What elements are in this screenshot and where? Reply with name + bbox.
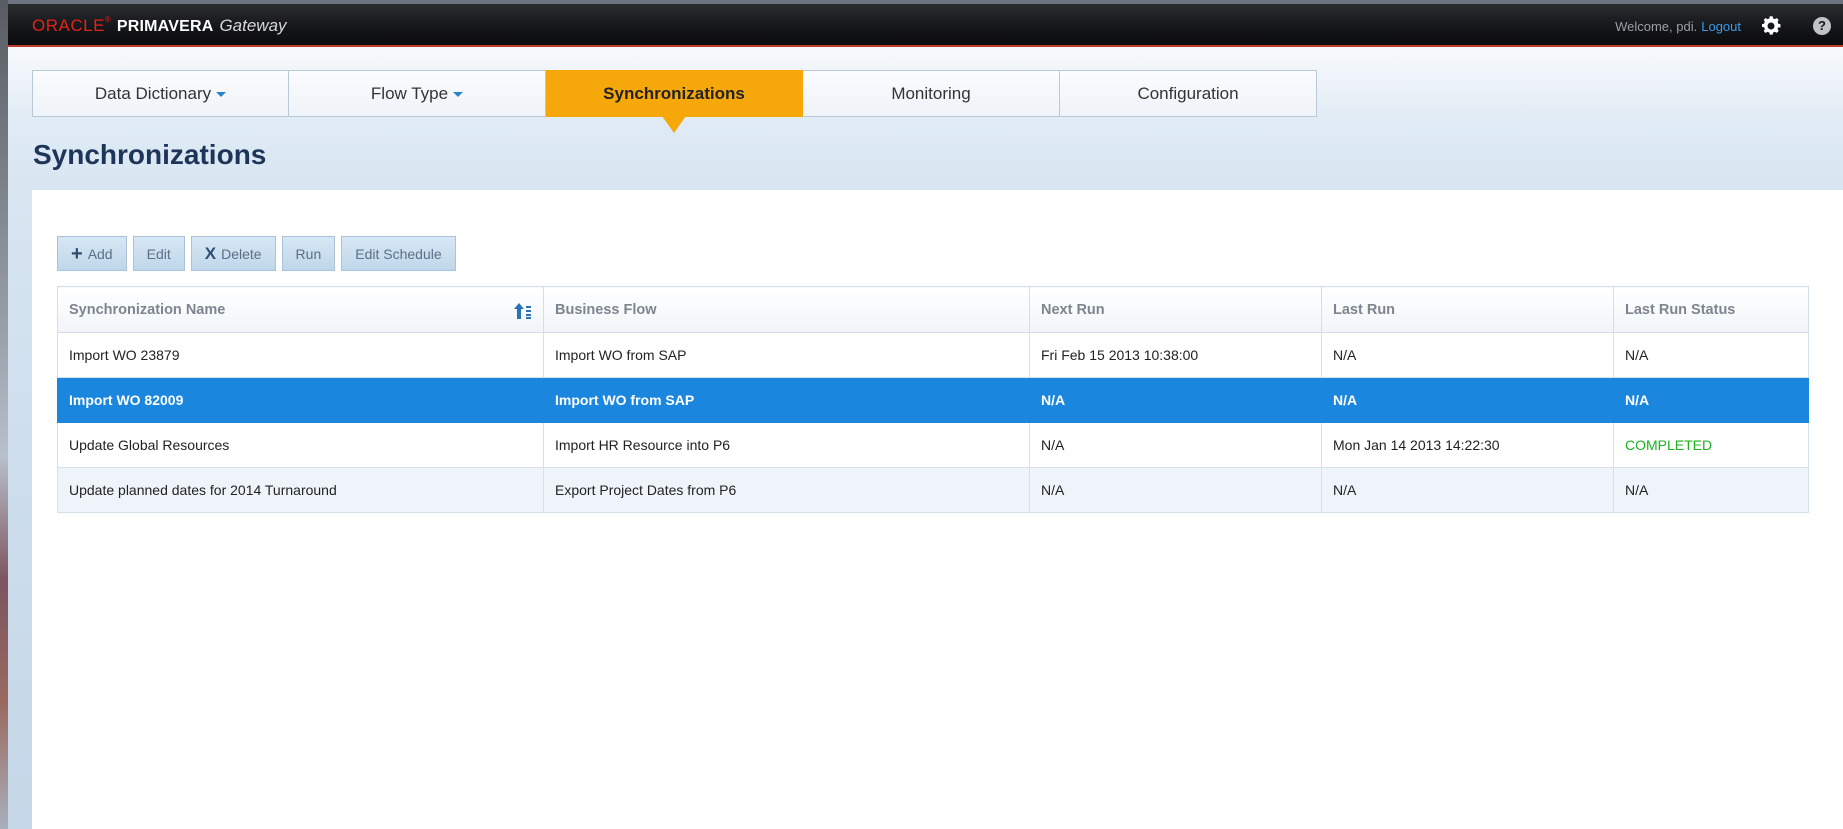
cell-business-flow: Import HR Resource into P6: [543, 422, 1030, 468]
tab-label: Synchronizations: [603, 83, 745, 103]
column-header-last-run-status[interactable]: Last Run Status: [1613, 286, 1809, 333]
column-header-next-run[interactable]: Next Run: [1029, 286, 1322, 333]
cell-sync-name: Import WO 23879: [57, 332, 544, 378]
tab-monitoring[interactable]: Monitoring: [803, 70, 1060, 117]
cell-status: N/A: [1613, 332, 1809, 378]
cell-business-flow: Import WO from SAP: [543, 377, 1030, 423]
delete-button-label: Delete: [221, 245, 262, 262]
tab-synchronizations[interactable]: Synchronizations: [546, 70, 803, 133]
add-button[interactable]: + Add: [57, 236, 127, 271]
sort-ascending-icon[interactable]: [513, 301, 533, 321]
help-icon[interactable]: ?: [1813, 17, 1831, 35]
app-window: ORACLE® PRIMAVERA Gateway Welcome, pdi. Lo…: [8, 4, 1843, 829]
welcome-text: Welcome, pdi.: [1615, 18, 1698, 34]
synchronizations-table: Synchronization Name Business Flow Next …: [57, 286, 1809, 513]
tab-label: Flow Type: [370, 83, 449, 103]
chevron-down-icon: [453, 92, 464, 97]
cell-next-run: Fri Feb 15 2013 10:38:00: [1029, 332, 1322, 378]
plus-icon: +: [71, 242, 83, 265]
cell-next-run: N/A: [1029, 377, 1322, 423]
gear-icon[interactable]: [1759, 14, 1783, 38]
add-button-label: Add: [87, 245, 113, 262]
table-row-selected[interactable]: Import WO 82009 Import WO from SAP N/A N…: [57, 377, 1809, 423]
product-name: PRIMAVERA: [116, 18, 214, 35]
column-header-label: Synchronization Name: [69, 301, 226, 318]
run-button[interactable]: Run: [281, 236, 336, 271]
toolbar: + Add Edit X Delete Run Edit Schedule: [57, 236, 456, 271]
oracle-logo-text: ORACLE: [32, 16, 105, 35]
delete-button[interactable]: X Delete: [190, 236, 276, 271]
app-header: ORACLE® PRIMAVERA Gateway Welcome, pdi. Lo…: [8, 4, 1843, 47]
cell-sync-name: Update Global Resources: [57, 422, 544, 468]
close-icon: X: [204, 243, 217, 263]
tab-label: Configuration: [1137, 83, 1239, 103]
tab-configuration[interactable]: Configuration: [1060, 70, 1317, 117]
edit-button[interactable]: Edit: [132, 236, 185, 271]
content-panel: + Add Edit X Delete Run Edit Schedule Sy…: [32, 190, 1843, 829]
tab-flow-type[interactable]: Flow Type: [289, 70, 546, 117]
cell-next-run: N/A: [1029, 422, 1322, 468]
run-button-label: Run: [295, 245, 322, 262]
cell-last-run: N/A: [1321, 377, 1614, 423]
cell-status: N/A: [1613, 377, 1809, 423]
cell-last-run: N/A: [1321, 467, 1614, 513]
cell-status: N/A: [1613, 467, 1809, 513]
cell-sync-name: Update planned dates for 2014 Turnaround: [57, 467, 544, 513]
tab-label: Monitoring: [891, 83, 971, 103]
user-area: Welcome, pdi. Logout ?: [1615, 16, 1843, 36]
chevron-down-icon: [216, 92, 227, 97]
page-title: Synchronizations: [33, 139, 267, 170]
tab-data-dictionary[interactable]: Data Dictionary: [32, 70, 289, 117]
edit-button-label: Edit: [146, 245, 171, 262]
table-row[interactable]: Import WO 23879 Import WO from SAP Fri F…: [57, 332, 1809, 378]
module-name: Gateway: [219, 16, 287, 35]
cell-sync-name: Import WO 82009: [57, 377, 544, 423]
window-edge: [0, 0, 8, 829]
cell-business-flow: Export Project Dates from P6: [543, 467, 1030, 513]
tab-label: Data Dictionary: [94, 83, 212, 103]
main-nav: Data Dictionary Flow Type Synchronizatio…: [32, 70, 1317, 133]
table-header-row: Synchronization Name Business Flow Next …: [57, 286, 1809, 333]
edit-schedule-button[interactable]: Edit Schedule: [341, 236, 456, 271]
brand-logo: ORACLE® PRIMAVERA Gateway: [32, 15, 287, 36]
logout-link[interactable]: Logout: [1701, 19, 1741, 34]
cell-next-run: N/A: [1029, 467, 1322, 513]
cell-last-run: Mon Jan 14 2013 14:22:30: [1321, 422, 1614, 468]
column-header-last-run[interactable]: Last Run: [1321, 286, 1614, 333]
registered-mark: ®: [104, 15, 111, 24]
cell-status-completed: COMPLETED: [1613, 422, 1809, 468]
edit-schedule-button-label: Edit Schedule: [355, 245, 442, 262]
cell-last-run: N/A: [1321, 332, 1614, 378]
column-header-sync-name[interactable]: Synchronization Name: [57, 286, 544, 333]
cell-business-flow: Import WO from SAP: [543, 332, 1030, 378]
table-row[interactable]: Update Global Resources Import HR Resour…: [57, 422, 1809, 468]
column-header-business-flow[interactable]: Business Flow: [543, 286, 1030, 333]
table-row[interactable]: Update planned dates for 2014 Turnaround…: [57, 467, 1809, 513]
